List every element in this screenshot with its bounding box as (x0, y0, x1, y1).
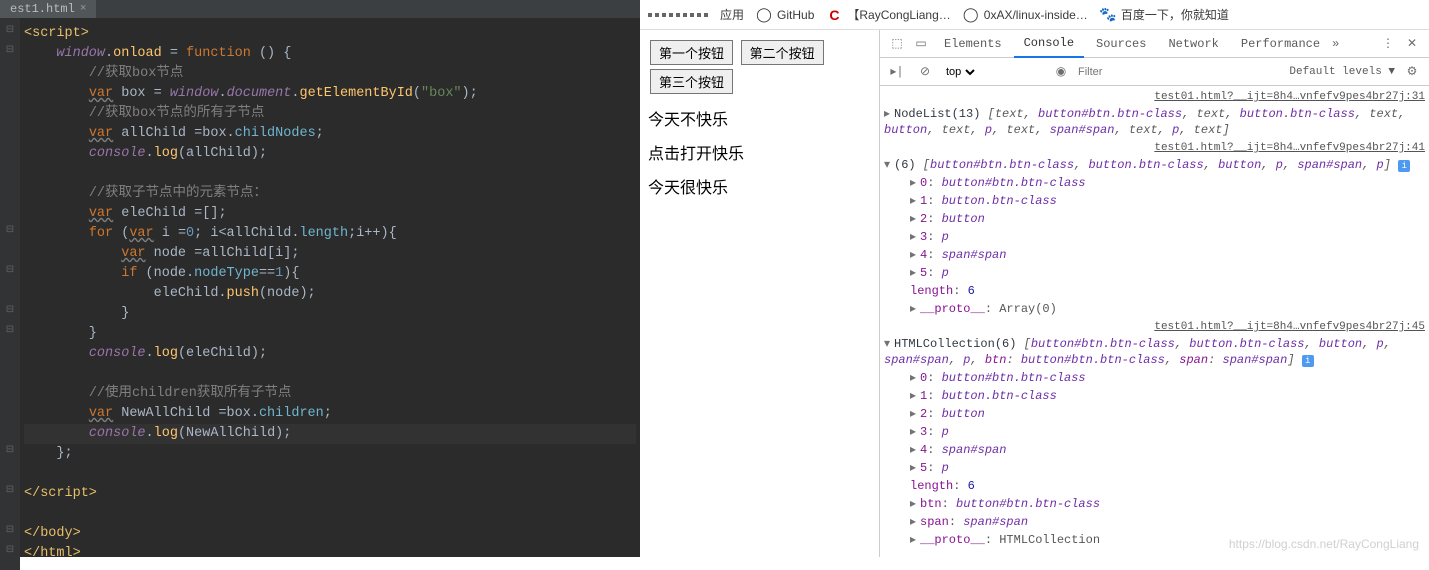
eye-icon[interactable]: ◉ (1050, 61, 1072, 83)
log-prop: length: 6 (884, 282, 1425, 300)
sidebar-toggle-icon[interactable]: ▸| (886, 61, 908, 83)
device-icon[interactable]: ▭ (910, 33, 932, 55)
watermark: https://blog.csdn.net/RayCongLiang (1229, 537, 1419, 551)
bookmark-label: 【RayCongLiang… (847, 6, 950, 23)
expand-icon[interactable]: ▸ (884, 106, 894, 122)
devtools-tabs: ⬚ ▭ Elements Console Sources Network Per… (880, 30, 1429, 58)
console-toolbar: ▸| ⊘ top ◉ Default levels ▼ ⚙ (880, 58, 1429, 86)
devtools: ⬚ ▭ Elements Console Sources Network Per… (880, 30, 1429, 557)
close-icon[interactable]: ✕ (1401, 33, 1423, 55)
tab-performance[interactable]: Performance (1231, 31, 1330, 57)
code-editor: est1.html × ⊟⊟⊟⊟⊟⊟⊟⊟⊟⊟ <script> window.o… (0, 0, 640, 557)
bookmark-github[interactable]: ◯ GitHub (756, 7, 814, 23)
button-2[interactable]: 第二个按钮 (741, 40, 824, 65)
source-link[interactable]: test01.html?__ijt=8h4…vnfefv9pes4br27j:4… (1154, 319, 1425, 335)
log-prop: ▸1: button.btn-class (884, 387, 1425, 405)
log-prop: ▸2: button (884, 405, 1425, 423)
csdn-icon: C (826, 7, 842, 23)
tab-label: est1.html (10, 2, 75, 16)
console-output[interactable]: test01.html?__ijt=8h4…vnfefv9pes4br27j:3… (880, 86, 1429, 557)
button-1[interactable]: 第一个按钮 (650, 40, 733, 65)
page-text: 点击打开快乐 (648, 140, 871, 164)
log-prop: ▸0: button#btn.btn-class (884, 369, 1425, 387)
log-prop: ▸__proto__: Array(0) (884, 300, 1425, 318)
editor-tab[interactable]: est1.html × (0, 0, 96, 18)
browser-pane: 应用 ◯ GitHub C 【RayCongLiang… ◯ 0xAX/linux-i… (640, 0, 1429, 557)
log-prop: ▸btn: button#btn.btn-class (884, 495, 1425, 513)
code-content[interactable]: <script> window.onload = function () { /… (20, 18, 640, 570)
bookmark-ray[interactable]: C 【RayCongLiang… (826, 6, 950, 23)
inspect-icon[interactable]: ⬚ (886, 33, 908, 55)
tab-elements[interactable]: Elements (934, 31, 1012, 57)
expand-icon[interactable]: ▾ (884, 157, 894, 173)
baidu-icon: 🐾 (1100, 7, 1116, 23)
info-icon[interactable]: i (1398, 160, 1410, 172)
apps-label[interactable]: 应用 (720, 6, 744, 23)
page-text: 今天不快乐 (648, 106, 871, 130)
close-icon[interactable]: × (80, 3, 87, 15)
source-link[interactable]: test01.html?__ijt=8h4…vnfefv9pes4br27j:3… (1154, 89, 1425, 105)
tab-console[interactable]: Console (1014, 30, 1084, 58)
rendered-page: 第一个按钮 第二个按钮 第三个按钮 今天不快乐 点击打开快乐 今天很快乐 (640, 30, 880, 557)
github-icon: ◯ (963, 7, 979, 23)
button-3[interactable]: 第三个按钮 (650, 69, 733, 94)
bookmark-label: 0xAX/linux-inside… (984, 8, 1088, 22)
page-text: 今天很快乐 (648, 174, 871, 198)
bookmark-label: 百度一下，你就知道 (1121, 6, 1229, 23)
log-prop: ▸4: span#span (884, 246, 1425, 264)
tabs-overflow-icon[interactable]: » (1332, 37, 1339, 51)
settings-icon[interactable]: ⋮ (1377, 33, 1399, 55)
log-prop: ▸3: p (884, 228, 1425, 246)
log-levels[interactable]: Default levels ▼ (1289, 66, 1395, 78)
expand-icon[interactable]: ▾ (884, 336, 894, 352)
filter-input[interactable] (1078, 66, 1283, 78)
info-icon[interactable]: i (1302, 355, 1314, 367)
log-prop: ▸4: span#span (884, 441, 1425, 459)
clear-console-icon[interactable]: ⊘ (914, 61, 936, 83)
bookmark-linux[interactable]: ◯ 0xAX/linux-inside… (963, 7, 1088, 23)
context-select[interactable]: top (942, 65, 978, 79)
log-prop: ▸3: p (884, 423, 1425, 441)
log-prop: ▸0: button#btn.btn-class (884, 174, 1425, 192)
gutter: ⊟⊟⊟⊟⊟⊟⊟⊟⊟⊟ (0, 18, 20, 570)
github-icon: ◯ (756, 7, 772, 23)
bookmarks-bar: 应用 ◯ GitHub C 【RayCongLiang… ◯ 0xAX/linux-i… (640, 0, 1429, 30)
log-prop: ▸2: button (884, 210, 1425, 228)
editor-tab-bar: est1.html × (0, 0, 640, 18)
log-entry: HTMLCollection(6) [button#btn.btn-class,… (884, 337, 1391, 367)
log-prop: length: 6 (884, 477, 1425, 495)
bookmark-label: GitHub (777, 8, 814, 22)
log-prop: ▸5: p (884, 459, 1425, 477)
gear-icon[interactable]: ⚙ (1401, 61, 1423, 83)
log-prop: ▸1: button.btn-class (884, 192, 1425, 210)
log-prop: ▸5: p (884, 264, 1425, 282)
tab-sources[interactable]: Sources (1086, 31, 1156, 57)
tab-network[interactable]: Network (1158, 31, 1228, 57)
source-link[interactable]: test01.html?__ijt=8h4…vnfefv9pes4br27j:4… (1154, 140, 1425, 156)
bookmark-baidu[interactable]: 🐾 百度一下，你就知道 (1100, 6, 1229, 23)
log-entry: (6) [button#btn.btn-class, button.btn-cl… (894, 158, 1391, 172)
apps-icon[interactable] (648, 13, 708, 17)
log-entry: NodeList(13) [text, button#btn.btn-class… (884, 107, 1405, 137)
code-area[interactable]: ⊟⊟⊟⊟⊟⊟⊟⊟⊟⊟ <script> window.onload = func… (0, 18, 640, 570)
log-prop: ▸span: span#span (884, 513, 1425, 531)
